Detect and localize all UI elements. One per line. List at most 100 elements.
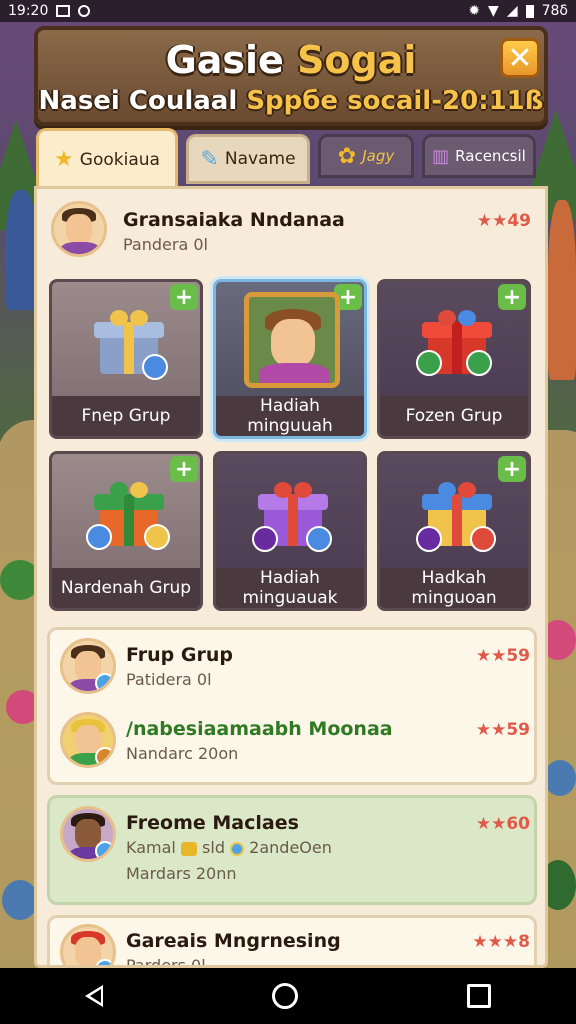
avatar (60, 806, 116, 862)
tab-navame[interactable]: ✎ Navame (186, 134, 310, 184)
gear-icon: ✿ (337, 143, 357, 169)
title-highlight: Sogai (297, 38, 417, 82)
gold-icon (180, 841, 197, 856)
title-plaque: Gasie Sogai Nasei Coulaal Sppбe socail-2… (34, 26, 548, 126)
gift-label: Fnep Grup (52, 396, 200, 436)
tab-label: Navame (224, 149, 296, 169)
home-icon[interactable] (271, 983, 298, 1009)
tab-bar: ★ Gookiaua ✎ Navame ✿ Jagy ▥ Racencsil (36, 128, 548, 188)
gift-box-icon (416, 482, 496, 552)
tab-label: Jagy (362, 147, 395, 165)
title-text: Gasie (165, 38, 298, 82)
gift-box-icon (416, 310, 492, 376)
friend-score: ★★59 (475, 646, 530, 666)
tab-jagy[interactable]: ✿ Jagy (318, 134, 414, 178)
friend-subtitle: Patidera 0l (126, 670, 212, 689)
score-value: 8 (518, 932, 530, 952)
gift-label: Hadkah minguoan (380, 568, 528, 608)
npc-character (548, 200, 576, 380)
list-item[interactable]: Freome Maclaes Kamal sld 2andeOen Mardar… (60, 806, 530, 883)
gift-card[interactable]: + Fnep Grup (49, 279, 203, 439)
tab-content: Gransaiaka Nndanaa Pandera 0l ★★49 + Fne… (34, 186, 548, 968)
gift-label: Fozen Grup (380, 396, 528, 436)
npc-character (6, 190, 36, 310)
add-icon[interactable]: + (498, 456, 526, 482)
tab-label: Gookiaua (79, 149, 160, 170)
tab-label: Racencsil (455, 147, 526, 165)
avatar (60, 638, 116, 694)
score-value: 59 (506, 646, 530, 666)
status-time: 19:20 (8, 3, 49, 19)
avatar (60, 924, 116, 965)
player-name: Gransaiaka Nndanaa (123, 209, 345, 231)
coin-icon (230, 841, 245, 856)
notification-icon (56, 5, 71, 17)
friend-name: /nabesiaamaabh Moonaa (126, 718, 393, 740)
wifi-icon: ▼ (488, 3, 499, 19)
gift-card[interactable]: + Fozen Grup (377, 279, 531, 439)
score-value: 60 (506, 814, 530, 834)
gift-card[interactable]: + Hadkah minguoan (377, 451, 531, 611)
subtitle-part: 2andeOen (249, 838, 332, 857)
friend-list-group-highlighted: Freome Maclaes Kamal sld 2andeOen Mardar… (47, 795, 537, 905)
friend-subtitle: Kamal sld 2andeOen (126, 838, 332, 857)
panel-title: Gasie Sogai (38, 38, 544, 82)
player-subtitle: Pandera 0l (123, 235, 208, 254)
friend-score: ★★59 (475, 720, 530, 740)
friend-name: Gareais Mngrnesing (126, 930, 341, 952)
friend-list-group: Frup Grup Patidera 0l ★★59 /nabesiaamaab… (47, 627, 537, 785)
character-portrait (244, 292, 340, 388)
score-value: 59 (506, 720, 530, 740)
recent-apps-icon[interactable] (467, 984, 492, 1008)
star-icon: ★ (54, 147, 74, 172)
rock (2, 880, 38, 920)
close-button[interactable]: ✕ (500, 38, 540, 78)
gift-grid: + Fnep Grup + Hadiah minguuah + Fozen Gr… (49, 279, 533, 611)
tab-gookiaua[interactable]: ★ Gookiaua (36, 128, 178, 188)
panel-subtitle: Nasei Coulaal Sppбe socail-20:11ß (38, 86, 544, 116)
subtitle-part: Kamal (126, 838, 176, 857)
list-item[interactable]: Gareais Mngrnesing Parders 0l ★★★8 (60, 924, 530, 968)
add-icon[interactable]: + (170, 284, 198, 310)
battery-level: 78δ (541, 3, 568, 19)
subtitle-highlight: Sppбe socail-20:11ß (246, 86, 544, 116)
list-item[interactable]: /nabesiaamaabh Moonaa Nandarc 20on ★★59 (60, 712, 530, 774)
avatar (60, 712, 116, 768)
gift-box-icon (252, 482, 332, 552)
trash-icon: ▥ (432, 145, 450, 167)
signal-icon: ◢ (506, 3, 518, 19)
subtitle-text: Nasei Coulaal (38, 86, 247, 116)
close-icon: ✕ (507, 40, 533, 76)
friend-subtitle-2: Mardars 20nn (126, 864, 237, 883)
player-score: ★★49 (476, 211, 531, 231)
gift-box-icon (86, 482, 170, 550)
gift-card[interactable]: Hadiah minguauak (213, 451, 367, 611)
back-icon[interactable] (84, 985, 103, 1007)
battery-icon (525, 4, 534, 18)
gift-label: Hadiah minguuah (216, 396, 364, 436)
status-bar: 19:20 ✹ ▼ ◢ 78δ (0, 0, 576, 22)
gift-card-selected[interactable]: + Hadiah minguuah (213, 279, 367, 439)
friend-score: ★★★8 (472, 932, 530, 952)
navigation-bar (0, 968, 576, 1024)
friend-name: Frup Grup (126, 644, 233, 666)
friend-list-group: Gareais Mngrnesing Parders 0l ★★★8 (47, 915, 537, 968)
tab-racencsil[interactable]: ▥ Racencsil (422, 134, 536, 178)
gift-box-icon (94, 310, 168, 380)
rock (544, 760, 576, 796)
friend-name: Freome Maclaes (126, 812, 299, 834)
score-value: 49 (507, 211, 531, 231)
friend-subtitle: Parders 0l (126, 956, 206, 968)
gift-label: Nardenah Grup (52, 568, 200, 608)
list-item[interactable]: Frup Grup Patidera 0l ★★59 (60, 638, 530, 700)
friend-subtitle: Nandarc 20on (126, 744, 239, 763)
current-player[interactable]: Gransaiaka Nndanaa Pandera 0l ★★49 (51, 201, 531, 271)
gift-label: Hadiah minguauak (216, 568, 364, 608)
add-icon[interactable]: + (170, 456, 198, 482)
add-icon[interactable]: + (498, 284, 526, 310)
gift-card[interactable]: + Nardenah Grup (49, 451, 203, 611)
social-panel: Gasie Sogai Nasei Coulaal Sppбe socail-2… (34, 24, 548, 968)
avatar (51, 201, 107, 257)
settings-status-icon: ✹ (468, 3, 481, 19)
sync-icon (78, 5, 91, 17)
